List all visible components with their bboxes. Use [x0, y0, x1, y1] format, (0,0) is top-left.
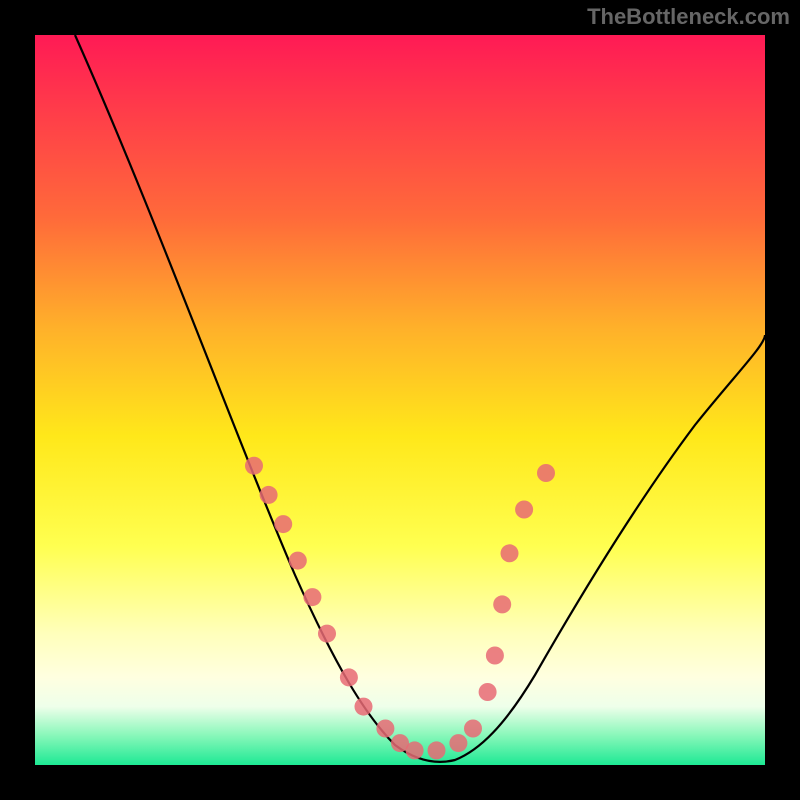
data-point — [464, 720, 482, 738]
data-point — [260, 486, 278, 504]
data-point — [515, 501, 533, 519]
watermark-text: TheBottleneck.com — [587, 4, 790, 30]
data-point — [318, 625, 336, 643]
plot-area — [35, 35, 765, 765]
curve-line — [75, 35, 765, 762]
data-point — [537, 464, 555, 482]
data-point — [479, 683, 497, 701]
bottleneck-curve — [35, 35, 765, 765]
data-point — [486, 647, 504, 665]
data-point — [501, 544, 519, 562]
data-point — [355, 698, 373, 716]
data-point — [245, 457, 263, 475]
data-point — [376, 720, 394, 738]
data-point — [274, 515, 292, 533]
data-point — [303, 588, 321, 606]
data-point — [449, 734, 467, 752]
data-point — [340, 668, 358, 686]
chart-frame: TheBottleneck.com — [0, 0, 800, 800]
data-point — [406, 741, 424, 759]
data-point — [289, 552, 307, 570]
data-point — [428, 741, 446, 759]
data-point — [493, 595, 511, 613]
